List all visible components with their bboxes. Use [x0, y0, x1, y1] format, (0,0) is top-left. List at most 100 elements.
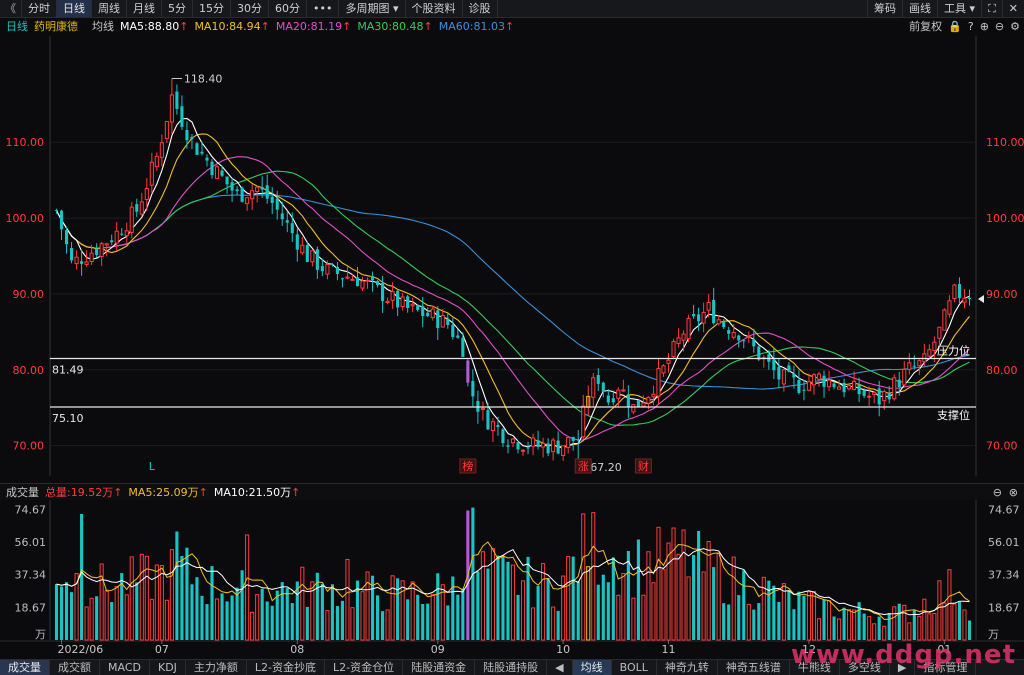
marker-2: 涨: [578, 460, 589, 473]
candle-body-85: [480, 407, 485, 410]
candle-body-67: [390, 291, 395, 301]
volume-tick-left-3: 18.67: [15, 601, 47, 614]
indicator-tab-10[interactable]: 均线: [572, 660, 612, 675]
volume-bar-34: [225, 601, 229, 640]
x-label-2: 08: [290, 643, 304, 656]
candle-body-139: [752, 339, 756, 347]
candle-body-122: [666, 359, 671, 364]
volume-bar-164: [877, 616, 881, 640]
indicator-tab-2[interactable]: MACD: [100, 660, 150, 675]
candle-body-2: [64, 230, 69, 245]
candle-body-134: [727, 330, 731, 334]
indicator-tab-11[interactable]: BOLL: [612, 660, 657, 675]
candle-body-23: [169, 94, 174, 123]
indicator-tab-13[interactable]: 神奇五线谱: [718, 660, 790, 675]
volume-bar-144: [777, 601, 781, 640]
candle-body-108: [596, 375, 600, 384]
indicator-tab-9[interactable]: ◀: [547, 660, 573, 675]
indicator-tab-7[interactable]: 陆股通资金: [403, 660, 476, 675]
support-value-label: 75.10: [52, 412, 84, 425]
volume-bar-9: [99, 563, 104, 641]
volume-bar-159: [852, 609, 857, 641]
volume-bar-73: [421, 603, 425, 640]
volume-bar-153: [822, 599, 826, 640]
volume-bar-21: [159, 565, 164, 641]
volume-bar-103: [571, 556, 575, 640]
volume-bar-99: [551, 606, 556, 641]
price-tick-right-4: 110.00: [986, 136, 1024, 149]
volume-bar-35: [230, 595, 234, 640]
candle-body-59: [350, 278, 355, 281]
candle-body-114: [626, 394, 630, 408]
volume-bar-126: [686, 576, 691, 641]
volume-bar-16: [135, 582, 139, 640]
volume-collapse-icon[interactable]: ⊖: [993, 486, 1002, 499]
volume-bar-70: [406, 599, 410, 640]
candle-body-37: [240, 187, 244, 202]
x-label-1: 07: [155, 643, 169, 656]
candle-body-44: [275, 198, 279, 210]
volume-bar-155: [832, 616, 836, 640]
volume-bar-148: [797, 591, 801, 640]
candle-body-157: [842, 382, 846, 393]
volume-bar-3: [70, 592, 74, 640]
candle-body-94: [526, 447, 530, 449]
indicator-tab-8[interactable]: 陆股通持股: [475, 660, 548, 675]
volume-unit-left: 万: [35, 628, 46, 641]
candle-body-110: [606, 395, 610, 403]
candle-body-39: [250, 190, 255, 200]
candle-body-105: [581, 405, 586, 438]
volume-bar-65: [381, 611, 385, 640]
volume-tick-right-3: 18.67: [988, 601, 1020, 614]
volume-bar-31: [210, 566, 214, 640]
volume-bar-12: [114, 586, 119, 641]
candle-body-143: [772, 359, 776, 371]
candle-body-12: [114, 230, 119, 244]
volume-bar-6: [84, 606, 89, 641]
candle-body-131: [712, 299, 716, 324]
indicator-tab-1[interactable]: 成交额: [50, 660, 100, 675]
indicator-tab-3[interactable]: KDJ: [150, 660, 186, 675]
volume-bar-7: [89, 597, 94, 641]
candle-body-42: [265, 185, 269, 199]
kline-chart[interactable]: 70.00 70.00 80.00 80.00 90.00 90.00 100.00 100.…: [0, 0, 1024, 674]
indicator-tab-5[interactable]: L2-资金抄底: [247, 660, 326, 675]
volume-bar-132: [716, 552, 721, 641]
candle-body-88: [496, 425, 500, 428]
volume-close-icon[interactable]: ⊗: [1009, 486, 1018, 499]
volume-bar-32: [214, 598, 220, 641]
volume-bar-162: [867, 616, 872, 641]
candle-body-41: [260, 187, 264, 190]
volume-bar-46: [285, 588, 289, 640]
indicator-tab-12[interactable]: 神奇九转: [657, 660, 718, 675]
indicator-tab-4[interactable]: 主力净额: [186, 660, 247, 675]
volume-bar-55: [330, 584, 334, 640]
volume-bar-64: [376, 595, 380, 640]
volume-bar-138: [746, 603, 751, 641]
volume-bar-145: [781, 583, 786, 641]
ma60-line: [56, 194, 970, 390]
candle-body-4: [74, 256, 79, 265]
candle-body-96: [536, 440, 540, 447]
high-label: 118.40: [184, 72, 223, 85]
volume-bar-92: [516, 594, 520, 640]
candle-body-167: [892, 377, 897, 400]
volume-bar-135: [731, 556, 736, 641]
volume-bar-94: [526, 556, 530, 640]
candle-body-54: [325, 264, 330, 275]
volume-bar-151: [811, 591, 817, 641]
volume-bar-23: [169, 549, 174, 641]
indicator-tab-0[interactable]: 成交量: [0, 660, 50, 675]
candle-body-40: [255, 186, 260, 193]
candle-body-132: [716, 319, 721, 325]
volume-tick-right-1: 56.01: [988, 536, 1020, 549]
volume-bar-175: [932, 612, 937, 641]
volume-bar-86: [486, 568, 490, 640]
indicator-tab-6[interactable]: L2-资金仓位: [325, 660, 404, 675]
candle-body-95: [531, 437, 536, 447]
volume-bar-27: [190, 584, 194, 640]
volume-bar-54: [325, 610, 330, 641]
volume-bar-91: [510, 564, 516, 641]
candle-body-156: [837, 386, 842, 390]
candle-body-130: [706, 301, 711, 311]
